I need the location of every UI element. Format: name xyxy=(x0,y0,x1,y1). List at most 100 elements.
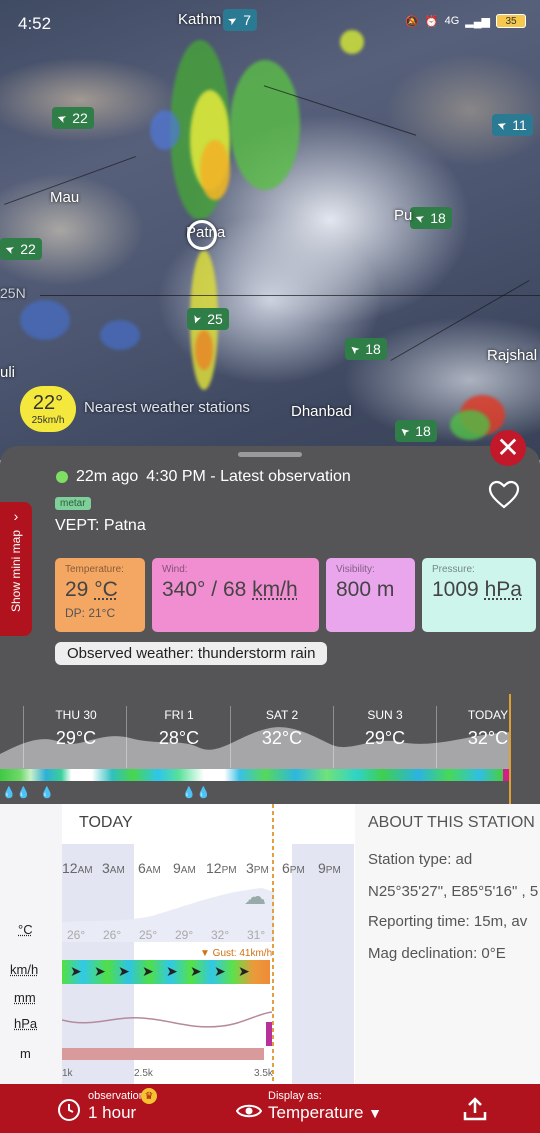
forecast-day[interactable]: SUN 3 29°C xyxy=(355,708,415,749)
gust-label: ▼ Gust: 41km/h xyxy=(200,948,273,959)
wind-value-row: 340° / 68 km/h xyxy=(162,578,309,602)
wind-arrow-icon: ➤ xyxy=(3,241,17,256)
station-marker-b18[interactable]: ➤ 18 xyxy=(395,420,437,442)
observation-time: 22m ago 4:30 PM - Latest observation xyxy=(56,468,351,486)
current-wind: 25km/h xyxy=(31,415,65,426)
alarm-icon: ⏰ xyxy=(424,15,439,28)
visibility-band xyxy=(62,1048,264,1060)
forecast-day[interactable]: THU 30 29°C xyxy=(46,708,106,749)
forecast-day[interactable]: FRI 1 28°C xyxy=(149,708,209,749)
day-name: SUN 3 xyxy=(367,708,403,722)
wind-speed: 7 xyxy=(243,12,252,28)
wind-arrow-icon: ➤ xyxy=(70,963,82,979)
rain-drops-icon: 💧💧 xyxy=(2,787,32,799)
chevron-right-icon: › xyxy=(13,508,19,524)
location-marker[interactable] xyxy=(187,220,217,250)
current-temp-bubble[interactable]: 22° 25km/h xyxy=(20,386,76,432)
wind-arrow-icon: ➤ xyxy=(118,963,130,979)
units-column xyxy=(0,804,62,1084)
observation-value: 1 hour xyxy=(88,1103,137,1122)
wind-value: 340° / 68 xyxy=(162,578,247,601)
hour-temp: 32° xyxy=(211,928,230,942)
temperature-unit[interactable]: °C xyxy=(94,578,118,601)
day-divider xyxy=(23,706,24,768)
weather-color-band xyxy=(0,769,510,781)
station-coords: N25°35'27", E85°5'16" , 5 xyxy=(368,883,539,900)
day-divider xyxy=(230,706,231,768)
wind-card[interactable]: Wind: 340° / 68 km/h xyxy=(152,558,319,632)
share-icon[interactable] xyxy=(462,1096,488,1122)
cloud-rain-icon: ☁ xyxy=(244,884,266,909)
battery-icon: 35 xyxy=(496,14,526,28)
day-divider xyxy=(333,706,334,768)
about-title: ABOUT THIS STATION xyxy=(368,814,535,831)
vis-unit-label[interactable]: m xyxy=(20,1046,31,1061)
station-marker-pu18[interactable]: ➤ 18 xyxy=(410,207,452,229)
latitude-label: 25N xyxy=(0,285,26,301)
station-marker-kathmandu[interactable]: ➤ 7 xyxy=(223,9,258,31)
pressure-unit[interactable]: hPa xyxy=(485,578,522,601)
drag-handle[interactable] xyxy=(238,452,302,457)
precip-unit-label[interactable]: mm xyxy=(14,990,36,1005)
radar-echo xyxy=(100,320,140,350)
radar-echo xyxy=(340,30,364,54)
night-shade xyxy=(292,844,354,1084)
rain-drop-icon: 💧 xyxy=(40,787,55,799)
day-temp: 29°C xyxy=(364,728,406,748)
wind-arrow-icon: ➤ xyxy=(225,12,240,28)
visibility-card[interactable]: Visibility: 800 m xyxy=(326,558,415,632)
day-name: SAT 2 xyxy=(265,708,299,722)
vis-tick: 2.5k xyxy=(134,1068,153,1079)
nearest-stations-label: Nearest weather stations xyxy=(84,399,250,416)
station-marker-w22a[interactable]: ➤ 22 xyxy=(52,107,94,129)
wind-speed: 25 xyxy=(207,311,223,327)
weather-map[interactable]: 4:52 🔕 ⏰ 4G ▂▄▆ 35 Kathmxxu ➤ 7 ➤ 22 ➤ 1… xyxy=(0,0,540,460)
station-marker-w22b[interactable]: ➤ 22 xyxy=(0,238,42,260)
hour-label: 6AM xyxy=(138,860,161,876)
forecast-strip[interactable]: THU 30 29°C FRI 1 28°C SAT 2 32°C SUN 3 … xyxy=(0,694,540,804)
reporting-time: Reporting time: 15m, av xyxy=(368,913,528,930)
region-border xyxy=(40,295,540,296)
pressure-card[interactable]: Pressure: 1009 hPa xyxy=(422,558,536,632)
favorite-heart-icon[interactable] xyxy=(488,480,520,510)
observation-period-selector[interactable]: observation 1 hour xyxy=(88,1090,145,1123)
close-button[interactable]: ✕ xyxy=(490,430,526,466)
details-panel[interactable]: TODAY ABOUT THIS STATION 12AM 3AM 6AM 9A… xyxy=(0,804,540,1084)
city-uli: uli xyxy=(0,364,16,381)
day-divider xyxy=(126,706,127,768)
temp-unit-label[interactable]: °C xyxy=(18,922,33,937)
radar-echo xyxy=(450,410,490,440)
display-as-selector[interactable]: Display as: Temperature ▼ xyxy=(238,1090,382,1123)
vis-tick: 1k xyxy=(62,1068,73,1079)
display-value-row: Temperature ▼ xyxy=(268,1103,382,1123)
status-icons: 🔕 ⏰ 4G ▂▄▆ 35 xyxy=(405,14,526,28)
wind-speed: 18 xyxy=(415,423,431,439)
hour-temp: 26° xyxy=(103,928,122,942)
temperature-caption: Temperature: xyxy=(65,564,124,575)
day-temp: 32°C xyxy=(261,728,303,748)
radar-echo xyxy=(200,140,230,200)
station-marker-e11[interactable]: ➤ 11 xyxy=(492,114,533,136)
mute-icon: 🔕 xyxy=(405,15,419,28)
pressure-caption: Pressure: xyxy=(432,564,475,575)
clock-icon[interactable] xyxy=(57,1098,81,1122)
wind-unit[interactable]: km/h xyxy=(252,578,298,601)
station-name: VEPT: Patna xyxy=(55,517,146,534)
temperature-card[interactable]: Temperature: 29 °C DP: 21°C xyxy=(55,558,145,632)
station-marker-r18[interactable]: ➤ 18 xyxy=(345,338,387,360)
pressure-unit-label[interactable]: hPa xyxy=(14,1016,37,1031)
wind-speed: 22 xyxy=(72,110,88,126)
day-name: FRI 1 xyxy=(164,708,194,722)
current-temp: 22° xyxy=(32,392,64,414)
forecast-day[interactable]: SAT 2 32°C xyxy=(252,708,312,749)
station-marker-patna25[interactable]: ➤ 25 xyxy=(187,308,229,330)
hour-label: 6PM xyxy=(282,860,305,876)
wind-unit-label[interactable]: km/h xyxy=(10,962,38,977)
city-mau: Mau xyxy=(50,189,80,206)
observation-label: observation xyxy=(88,1090,145,1102)
day-temp: 29°C xyxy=(55,728,97,748)
show-mini-map-tab[interactable]: › Show mini map xyxy=(0,502,32,636)
observed-weather: Observed weather: thunderstorm rain xyxy=(55,642,328,665)
hour-label: 9AM xyxy=(173,860,196,876)
radar-echo xyxy=(195,330,213,370)
